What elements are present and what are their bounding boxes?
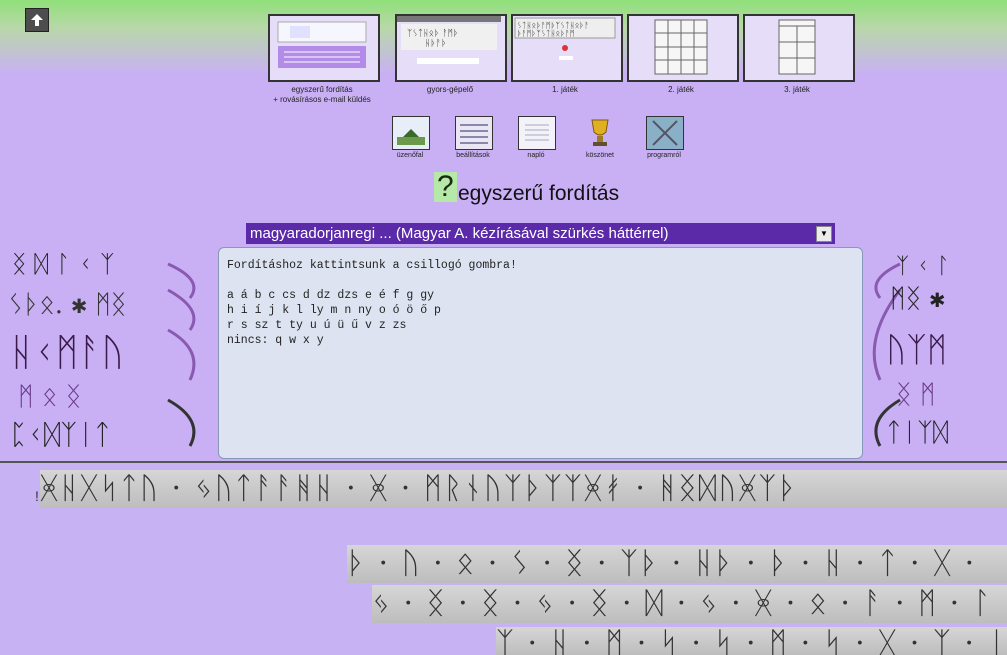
about-label: programról <box>647 152 681 159</box>
settings-button[interactable] <box>455 116 493 150</box>
rune-output-line-3: ᛃ · ᛝ · ᛝ · ᛃ · ᛝ · ᛞ · ᛃ · ᚸ · ᛟ · ᚨ · … <box>372 585 1007 623</box>
up-arrow-button[interactable] <box>25 8 49 32</box>
thumb-game-3[interactable] <box>743 14 855 82</box>
thumb-preview-icon <box>277 21 367 68</box>
svg-text:ᚺᚦᚨᚦ: ᚺᚦᚨᚦ <box>425 38 447 49</box>
thumb-label-simple-translation: egyszerű fordítás + rovásírásos e-mail k… <box>273 85 371 104</box>
thumb-game-2[interactable] <box>627 14 739 82</box>
message-wall-label: üzenőfal <box>396 152 424 159</box>
rune-output-line-2: ᚦ · ᚢ · ᛟ · ᛊ · ᛝ · ᛉᚦ · ᚺᚦ · ᚦ · ᚺ · ᛏ … <box>347 545 1007 583</box>
rune-output-line-4: ᛉ · ᚺ · ᛗ · ᛋ · ᛋ · ᛗ · ᛋ · ᚷ · ᛉ · ᛁ <box>496 627 1007 655</box>
thumb-preview-icon <box>778 19 816 75</box>
thumb-preview-icon <box>654 19 708 75</box>
svg-text:ᛉᛊᛏᚺᛟᚦ ᚨᛗᚦ: ᛉᛊᛏᚺᛟᚦ ᚨᛗᚦ <box>407 28 458 39</box>
crossed-swords-icon <box>652 120 678 146</box>
settings-label: beállítások <box>456 152 490 159</box>
rune-output-line-1: ᚸᚺᚷᛋᛏᚢ · ᛃᚢᛏᚨᚨᚻᚺ · ᚸ · ᛗᚱᚾᚢᛉᚦᛉᛉᚸᚯ · ᚻᛝᛞᚢ… <box>40 470 1007 508</box>
thumb-preview-icon: ᛊᛏᚺᛟᚦᚨᛗᚦᛉᛊᛏᚺᛟᚦᚨ ᚦᚨᛗᚦᛉᛊᛏᚺᛟᚦᚨᛗ <box>514 17 616 60</box>
translation-input[interactable]: Fordításhoz kattintsunk a csillogó gombr… <box>218 247 863 459</box>
thumb-label-fast-typer: gyors-gépelő <box>426 85 474 94</box>
about-button[interactable] <box>646 116 684 150</box>
message-wall-icon <box>397 129 425 145</box>
thumb-label-game-1: 1. játék <box>552 85 578 94</box>
help-button[interactable]: ? <box>434 172 457 202</box>
trophy-icon <box>591 119 609 146</box>
right-rune-decoration: ᛉ ᚲ ᛚ ᛗᛝ ✱ ᚢᛉᛗ ᛝ ᛗ ᛏᛁᛉᛞ <box>866 250 1007 460</box>
thumb-game-1[interactable]: ᛊᛏᚺᛟᚦᚨᛗᚦᛉᛊᛏᚺᛟᚦᚨ ᚦᚨᛗᚦᛉᛊᛏᚺᛟᚦᚨᛗ <box>511 14 623 82</box>
thanks-label: köszönet <box>585 152 615 159</box>
font-select-value: magyaradorjanregi ... (Magyar A. kézírás… <box>250 225 669 242</box>
output-marker: ! <box>35 488 39 504</box>
settings-icon <box>460 124 488 144</box>
log-button[interactable] <box>518 116 556 150</box>
left-bracket-icon <box>167 262 196 447</box>
up-arrow-icon <box>31 14 43 26</box>
font-select[interactable]: magyaradorjanregi ... (Magyar A. kézírás… <box>246 223 835 244</box>
log-label: napló <box>527 152 545 159</box>
thumb-label-game-3: 3. játék <box>784 85 810 94</box>
page-title: egyszerű fordítás <box>458 182 620 205</box>
thanks-button[interactable] <box>582 116 618 148</box>
thumb-label-game-2: 2. játék <box>668 85 694 94</box>
chevron-down-icon[interactable]: ▼ <box>816 226 832 242</box>
thumb-simple-translation[interactable] <box>268 14 380 82</box>
svg-text:ᚦᚨᛗᚦᛉᛊᛏᚺᛟᚦᚨᛗ: ᚦᚨᛗᚦᛉᛊᛏᚺᛟᚦᚨᛗ <box>517 29 575 38</box>
thumb-preview-icon: ᛉᛊᛏᚺᛟᚦ ᚨᛗᚦ ᚺᚦᚨᚦ <box>397 16 501 64</box>
message-wall-button[interactable] <box>392 116 430 150</box>
left-rune-decoration: ᛝ ᛞ ᛚ ᚲ ᛉ ᛊᚦᛟ. ✱ ᛗᛝ ᚺᚲᛗᚨᚢ ᛗ ᛟ ᛝ ᛈᚲᛞᛉᛁᛏ <box>0 250 212 460</box>
log-icon <box>525 124 549 141</box>
thumb-fast-typer[interactable]: ᛉᛊᛏᚺᛟᚦ ᚨᛗᚦ ᚺᚦᚨᚦ <box>395 14 507 82</box>
